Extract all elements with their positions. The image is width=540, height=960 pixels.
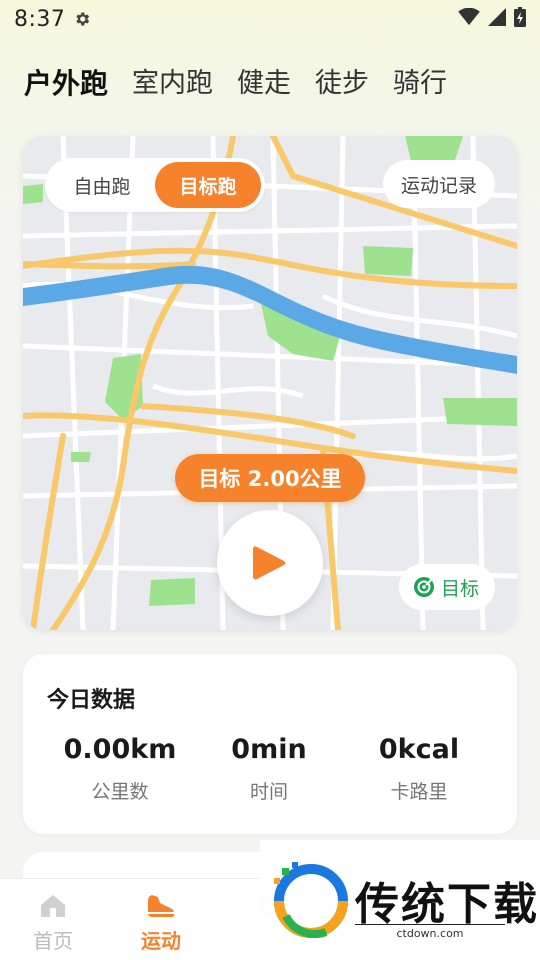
nav-sport-label: 运动 <box>141 929 181 953</box>
today-stats-card: 今日数据 0.00km 公里数 0min 时间 0kcal 卡路里 <box>23 654 517 834</box>
tab-outdoor-run[interactable]: 户外跑 <box>24 64 108 104</box>
watermark-title: 传统下载 <box>355 879 539 930</box>
tab-hike[interactable]: 徒步 <box>315 64 369 104</box>
sport-tabs: 户外跑 室内跑 健走 徒步 骑行 <box>24 64 447 104</box>
stat-calories-value: 0kcal <box>378 734 460 765</box>
run-mode-switch: 自由跑 目标跑 <box>45 158 265 212</box>
nav-sport[interactable]: 运动 <box>116 893 206 954</box>
stat-duration-label: 时间 <box>249 781 288 803</box>
set-target-label: 目标 <box>440 577 479 600</box>
nav-home-label: 首页 <box>33 929 73 953</box>
stat-distance-value: 0.00km <box>63 734 177 765</box>
status-bar: 8:37 <box>0 0 540 38</box>
status-icons <box>458 7 526 31</box>
set-target-button[interactable]: 目标 <box>398 564 495 610</box>
watermark-logo-icon <box>274 862 348 938</box>
stat-duration: 0min 时间 <box>189 734 349 804</box>
wifi-icon <box>458 7 480 30</box>
status-time: 8:37 <box>14 6 66 32</box>
today-stats-title: 今日数据 <box>47 688 136 713</box>
map-card: 自由跑 目标跑 运动记录 目标 2.00公里 目标 <box>23 136 517 630</box>
start-button[interactable] <box>217 510 323 616</box>
nav-home[interactable]: 首页 <box>8 893 98 954</box>
play-icon <box>253 546 286 580</box>
battery-icon <box>514 7 526 31</box>
tab-walk[interactable]: 健走 <box>237 64 291 104</box>
free-run-option[interactable]: 自由跑 <box>49 162 155 208</box>
tab-indoor-run[interactable]: 室内跑 <box>132 64 213 104</box>
shoe-icon <box>148 895 174 917</box>
gear-icon <box>73 10 91 28</box>
tab-cycling[interactable]: 骑行 <box>393 64 447 104</box>
stat-distance-label: 公里数 <box>91 781 149 803</box>
stat-duration-value: 0min <box>231 734 307 765</box>
signal-icon <box>488 8 506 30</box>
stat-distance: 0.00km 公里数 <box>40 734 200 804</box>
watermark-site: ctdown.com <box>355 924 505 940</box>
stat-calories: 0kcal 卡路里 <box>339 734 499 804</box>
target-run-option[interactable]: 目标跑 <box>155 162 261 208</box>
stat-calories-label: 卡路里 <box>390 781 448 803</box>
watermark: 传统下载 ctdown.com <box>260 840 540 960</box>
target-icon <box>413 577 434 597</box>
sport-record-button[interactable]: 运动记录 <box>382 160 495 208</box>
goal-distance-badge[interactable]: 目标 2.00公里 <box>175 454 365 502</box>
home-icon <box>41 895 65 917</box>
